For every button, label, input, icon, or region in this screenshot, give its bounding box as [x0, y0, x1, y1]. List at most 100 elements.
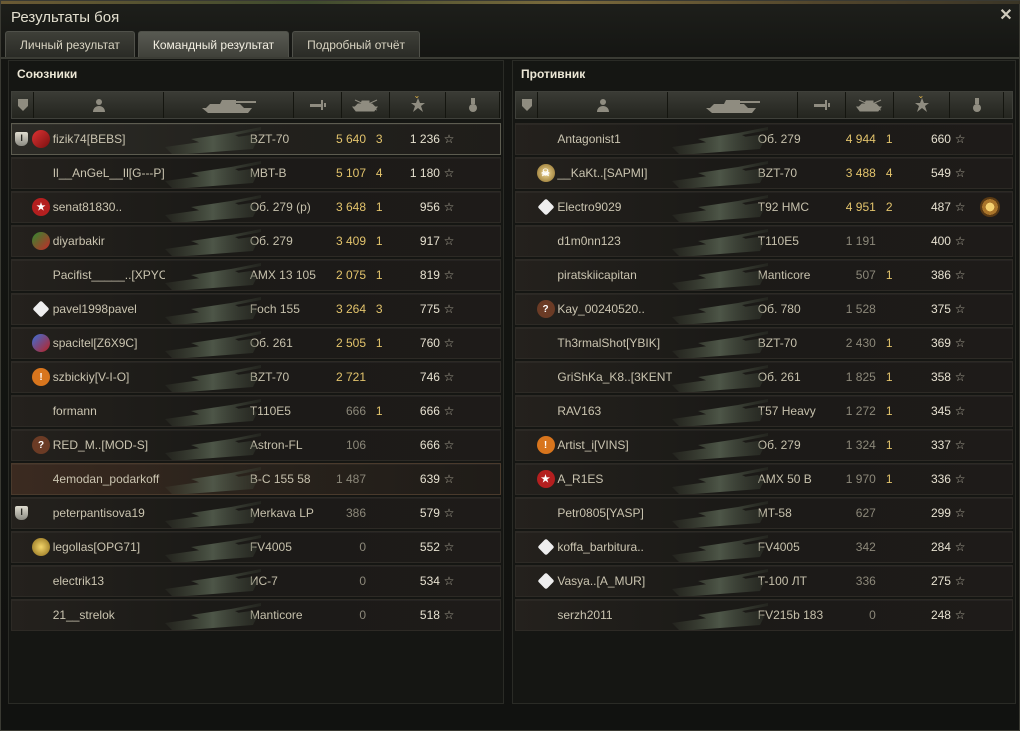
player-row[interactable]: Ipeterpantisova19 Merkava LP 386 579 ☆	[11, 497, 501, 529]
player-row[interactable]: d1m0nn123 T110E5 1 191 400 ☆	[515, 225, 1013, 257]
tank-silhouette-icon	[165, 226, 262, 256]
player-name[interactable]: A_R1ES	[555, 472, 672, 486]
close-icon[interactable]: ✕	[997, 7, 1015, 25]
player-row[interactable]: Pacifist_____..[XPYC] AMX 13 105 2 075 1 819…	[11, 259, 501, 291]
player-row[interactable]: ? Kay_00240520.. Об. 780 1 528 375 ☆	[515, 293, 1013, 325]
player-row[interactable]: spacitel[Z6X9C] Об. 261 2 505 1 760 ☆	[11, 327, 501, 359]
damage-value: 0	[359, 540, 366, 554]
player-row[interactable]: Antagonist1 Об. 279 4 944 1 660 ☆	[515, 123, 1013, 155]
tank-silhouette-icon	[165, 124, 262, 154]
player-name[interactable]: __KaKt..[SAPMI]	[555, 166, 672, 180]
player-row[interactable]: formann T110E5 666 1 666 ☆	[11, 395, 501, 427]
tank-column-header[interactable]	[668, 92, 798, 118]
platoon-badge-icon: I	[15, 132, 29, 146]
player-name[interactable]: 21__strelok	[51, 608, 166, 622]
player-name[interactable]: Pacifist_____..[XPYC]	[51, 268, 166, 282]
tab-detailed-report[interactable]: Подробный отчёт	[292, 31, 421, 57]
tank-column-icon	[704, 96, 762, 114]
player-name[interactable]: Kay_00240520..	[555, 302, 672, 316]
xp-star-icon: ☆	[443, 608, 455, 622]
player-name[interactable]: Th3rmalShot[YBIK]	[555, 336, 672, 350]
player-row[interactable]: serzh2011 FV215b 183 0 248 ☆	[515, 599, 1013, 631]
player-row[interactable]: Vasya..[A_MUR] T-100 ЛТ 336 275 ☆	[515, 565, 1013, 597]
player-row[interactable]: Electro9029 T92 HMC 4 951 2 487 ☆	[515, 191, 1013, 223]
xp-value: 666	[419, 438, 440, 452]
player-name[interactable]: d1m0nn123	[555, 234, 672, 248]
kills-column-header[interactable]	[846, 92, 894, 118]
medal-column-header[interactable]	[446, 92, 500, 118]
player-row[interactable]: ★ senat81830.. Об. 279 (р) 3 648 1 956 ☆	[11, 191, 501, 223]
player-row[interactable]: ! Artist_i[VINS] Об. 279 1 324 1 337 ☆	[515, 429, 1013, 461]
player-name[interactable]: 4emodan_podarkoff	[51, 472, 166, 486]
enemies-title: Противник	[521, 67, 586, 81]
player-row[interactable]: pavel1998pavel Foch 155 3 264 3 775 ☆	[11, 293, 501, 325]
player-name[interactable]: Artist_i[VINS]	[555, 438, 672, 452]
vehicle-name: Об. 780	[757, 302, 801, 316]
platoon-column-header[interactable]	[516, 92, 538, 118]
tank-column-header[interactable]	[164, 92, 294, 118]
player-row[interactable]: legollas[OPG71] FV4005 0 552 ☆	[11, 531, 501, 563]
xp-star-icon: ☆	[954, 574, 966, 588]
medal-column-header[interactable]	[950, 92, 1004, 118]
player-row[interactable]: piratskiicapitan Manticore 507 1 386 ☆	[515, 259, 1013, 291]
tab-team-result[interactable]: Командный результат	[137, 31, 290, 57]
player-name[interactable]: senat81830..	[51, 200, 166, 214]
xp-star-icon: ☆	[954, 472, 966, 486]
player-column-header[interactable]	[538, 92, 668, 118]
player-row[interactable]: Il__AnGeL__Il[G---P] MBT-B 5 107 4 1 180 ☆	[11, 157, 501, 189]
damage-column-header[interactable]	[294, 92, 342, 118]
medal-icon[interactable]	[979, 197, 1000, 217]
kills-column-header[interactable]	[342, 92, 390, 118]
tab-personal-result[interactable]: Личный результат	[5, 31, 135, 57]
player-name[interactable]: szbickiy[V-I-O]	[51, 370, 166, 384]
player-name[interactable]: RAV163	[555, 404, 672, 418]
player-name[interactable]: electrik13	[51, 574, 166, 588]
xp-column-header[interactable]: ⌄	[894, 91, 950, 118]
player-name[interactable]: legollas[OPG71]	[51, 540, 166, 554]
player-row[interactable]: 4emodan_podarkoff B-C 155 58 1 487 639 ☆	[11, 463, 501, 495]
player-name[interactable]: Antagonist1	[555, 132, 672, 146]
sort-indicator-icon: ⌄	[413, 91, 421, 100]
player-name[interactable]: koffa_barbitura..	[555, 540, 672, 554]
xp-star-icon: ☆	[954, 302, 966, 316]
player-name[interactable]: serzh2011	[555, 608, 672, 622]
player-name[interactable]: formann	[51, 404, 166, 418]
player-column-header[interactable]	[34, 92, 164, 118]
xp-value: 386	[930, 268, 951, 282]
player-name[interactable]: fizik74[BEBS]	[51, 132, 166, 146]
player-row[interactable]: GriShKa_K8..[3KENT] Об. 261 1 825 1 358 ☆	[515, 361, 1013, 393]
xp-star-icon: ☆	[443, 302, 455, 316]
player-row[interactable]: 21__strelok Manticore 0 518 ☆	[11, 599, 501, 631]
player-name[interactable]: Petr0805[YASP]	[555, 506, 672, 520]
damage-value: 1 825	[845, 370, 876, 384]
vehicle-name: T-100 ЛТ	[757, 574, 807, 588]
player-name[interactable]: RED_M..[MOD-S]	[51, 438, 166, 452]
player-row[interactable]: ★ A_R1ES AMX 50 B 1 970 1 336 ☆	[515, 463, 1013, 495]
damage-value: 1 272	[845, 404, 876, 418]
player-name[interactable]: diyarbakir	[51, 234, 166, 248]
player-row[interactable]: electrik13 ИС-7 0 534 ☆	[11, 565, 501, 597]
player-name[interactable]: Electro9029	[555, 200, 672, 214]
player-row[interactable]: koffa_barbitura.. FV4005 342 284 ☆	[515, 531, 1013, 563]
player-name[interactable]: Vasya..[A_MUR]	[555, 574, 672, 588]
player-row[interactable]: Th3rmalShot[YBIK] BZT-70 2 430 1 369 ☆	[515, 327, 1013, 359]
player-name[interactable]: piratskiicapitan	[555, 268, 672, 282]
damage-column-header[interactable]	[798, 92, 846, 118]
xp-star-icon: ☆	[443, 370, 455, 384]
xp-column-header[interactable]: ⌄	[390, 91, 446, 118]
player-row[interactable]: ? RED_M..[MOD-S] Astron-FL 106 666 ☆	[11, 429, 501, 461]
player-row[interactable]: diyarbakir Об. 279 3 409 1 917 ☆	[11, 225, 501, 257]
player-name[interactable]: GriShKa_K8..[3KENT]	[555, 370, 672, 384]
player-name[interactable]: Il__AnGeL__Il[G---P]	[51, 166, 166, 180]
player-row[interactable]: ! szbickiy[V-I-O] BZT-70 2 721 746 ☆	[11, 361, 501, 393]
player-name[interactable]: peterpantisova19	[51, 506, 166, 520]
platoon-column-header[interactable]	[12, 92, 34, 118]
player-name[interactable]: spacitel[Z6X9C]	[51, 336, 166, 350]
player-row[interactable]: RAV163 T57 Heavy 1 272 1 345 ☆	[515, 395, 1013, 427]
clan-cell: ?	[536, 300, 556, 318]
player-row[interactable]: Petr0805[YASP] MT-58 627 299 ☆	[515, 497, 1013, 529]
player-name[interactable]: pavel1998pavel	[51, 302, 166, 316]
xp-star-icon: ☆	[954, 370, 966, 384]
player-row[interactable]: ☠ __KaKt..[SAPMI] BZT-70 3 488 4 549 ☆	[515, 157, 1013, 189]
player-row[interactable]: Ifizik74[BEBS] BZT-70 5 640 3 1 236 ☆	[11, 123, 501, 155]
